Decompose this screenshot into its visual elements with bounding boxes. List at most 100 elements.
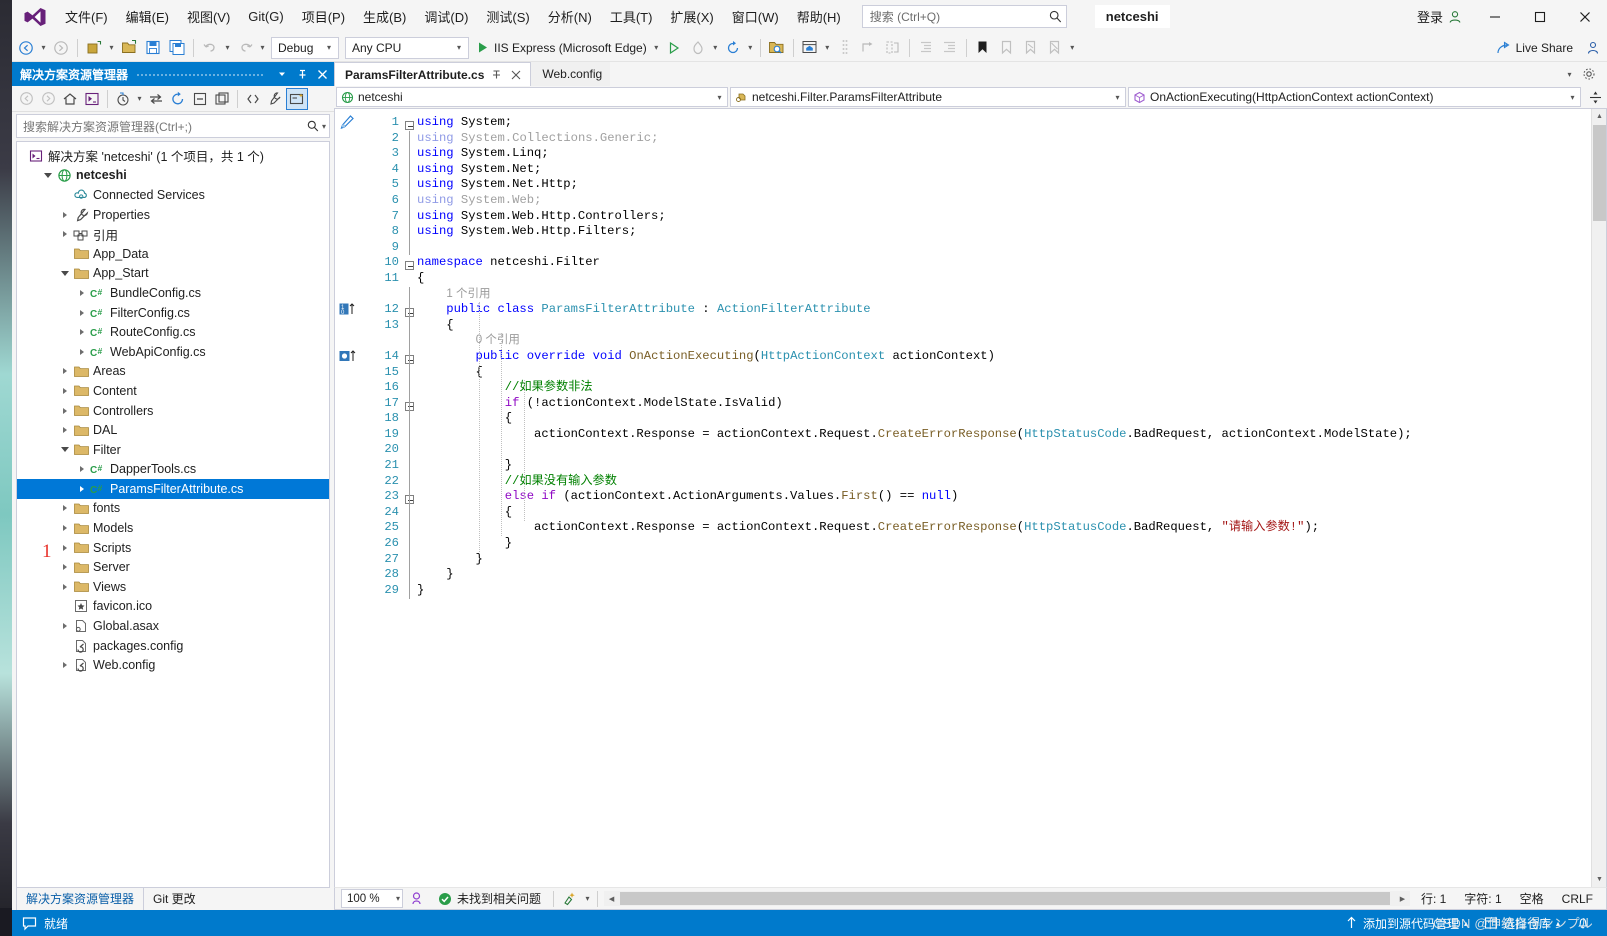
twisty-collapsed-icon[interactable] [57, 368, 72, 375]
undo-icon[interactable] [198, 36, 222, 60]
solution-explorer-home-dropdown-icon[interactable]: ▾ [822, 37, 833, 59]
solution-explorer-tree[interactable]: 解决方案 'netceshi' (1 个项目，共 1 个) netceshi Co… [16, 141, 330, 888]
indentation-mode[interactable]: 空格 [1511, 890, 1553, 907]
clear-bookmarks-icon[interactable] [1043, 36, 1067, 60]
next-bookmark-icon[interactable] [1019, 36, 1043, 60]
se-sync-with-active-document-icon[interactable] [145, 88, 167, 110]
editor-tab-webconfig[interactable]: Web.config [531, 62, 611, 86]
twisty-collapsed-icon[interactable] [57, 623, 72, 630]
close-button[interactable] [1562, 0, 1607, 34]
se-search-dropdown-icon[interactable]: ▾ [319, 122, 326, 131]
maximize-button[interactable] [1517, 0, 1562, 34]
tree-node-fonts[interactable]: fonts [17, 499, 329, 519]
menu-window[interactable]: 窗口(W) [723, 0, 788, 33]
se-view-code-icon[interactable] [242, 88, 264, 110]
tree-node-[interactable]: 引用 [17, 224, 329, 244]
tab-solution-explorer[interactable]: 解决方案资源管理器 [16, 887, 145, 910]
line-ending-mode[interactable]: CRLF [1553, 892, 1602, 906]
tree-node-filter[interactable]: Filter [17, 440, 329, 460]
open-file-icon[interactable] [117, 36, 141, 60]
twisty-collapsed-icon[interactable] [74, 289, 89, 296]
redo-icon[interactable] [233, 36, 257, 60]
tree-node-routeconfig-cs[interactable]: C # RouteConfig.cs [17, 322, 329, 342]
previous-bookmark-icon[interactable] [995, 36, 1019, 60]
navbar-project-combo[interactable]: netceshi ▾ [336, 87, 728, 107]
intellicode-icon[interactable] [403, 891, 430, 906]
code-editor-surface[interactable]: 10 1 2 3 4 5 6 7 8 9 10 11 12 13 14 15 16 17 18 19 20 21 22… [334, 108, 1607, 887]
menu-tools[interactable]: 工具(T) [601, 0, 662, 33]
tree-node-dal[interactable]: DAL [17, 420, 329, 440]
tab-list-dropdown-icon[interactable]: ▾ [1564, 63, 1575, 85]
menu-build[interactable]: 生成(B) [354, 0, 415, 33]
tree-node-server[interactable]: Server [17, 557, 329, 577]
twisty-collapsed-icon[interactable] [57, 583, 72, 590]
menu-edit[interactable]: 编辑(E) [117, 0, 178, 33]
twisty-collapsed-icon[interactable] [57, 662, 72, 669]
tree-node-controllers[interactable]: Controllers [17, 401, 329, 421]
hot-reload-dropdown-icon[interactable]: ▾ [710, 37, 721, 59]
scroll-right-icon[interactable]: ▶ [1395, 891, 1410, 906]
menu-file[interactable]: 文件(F) [56, 0, 117, 33]
se-preview-selected-items-icon[interactable] [286, 87, 308, 110]
tree-node-dappertools-cs[interactable]: C # DapperTools.cs [17, 460, 329, 480]
panel-menu-chevron-down-icon[interactable] [272, 64, 292, 84]
start-debugging-button[interactable]: IIS Express (Microsoft Edge) [472, 36, 651, 60]
twisty-collapsed-icon[interactable] [74, 348, 89, 355]
edited-line-marker-icon[interactable] [339, 115, 355, 129]
editor-tab-paramsfilterattribute[interactable]: ParamsFilterAttribute.cs [334, 62, 532, 86]
twisty-collapsed-icon[interactable] [57, 427, 72, 434]
twisty-collapsed-icon[interactable] [57, 231, 72, 238]
menu-help[interactable]: 帮助(H) [788, 0, 850, 33]
outlining-collapse-icon[interactable] [405, 121, 414, 130]
outlining-collapse-icon[interactable] [405, 261, 414, 271]
undo-dropdown-icon[interactable]: ▾ [222, 37, 233, 59]
tree-node-properties[interactable]: Properties [17, 205, 329, 225]
twisty-collapsed-icon[interactable] [74, 329, 89, 336]
scroll-left-icon[interactable]: ◀ [604, 891, 619, 906]
tab-close-icon[interactable] [509, 70, 523, 80]
tree-node-models[interactable]: Models [17, 518, 329, 538]
hot-reload-icon[interactable] [686, 36, 710, 60]
toolbar-overflow-icon[interactable]: ▾ [1067, 37, 1078, 59]
override-up-marker-icon[interactable] [339, 349, 357, 363]
global-search-box[interactable]: 搜索 (Ctrl+Q) [861, 5, 1067, 28]
twisty-collapsed-icon[interactable] [57, 211, 72, 218]
editor-horizontal-scrollbar[interactable]: ◀ ▶ [604, 891, 1410, 906]
se-forward-icon[interactable] [37, 88, 59, 110]
tree-node-packages-config[interactable]: packages.config [17, 636, 329, 656]
navigate-back-icon[interactable] [14, 36, 38, 60]
save-icon[interactable] [141, 36, 165, 60]
panel-close-icon[interactable] [312, 64, 332, 84]
menu-git[interactable]: Git(G) [239, 0, 292, 33]
code-cleanup-icon[interactable] [558, 891, 582, 906]
editor-code-text[interactable]: using System; using System.Collections.Ge… [417, 109, 1606, 887]
tree-node-areas[interactable]: Areas [17, 362, 329, 382]
scroll-up-icon[interactable]: ▲ [1592, 109, 1607, 124]
solution-explorer-search-input[interactable]: 搜索解决方案资源管理器(Ctrl+;) ▾ [16, 114, 330, 138]
tree-node-content[interactable]: Content [17, 381, 329, 401]
tree-node-connected-services[interactable]: Connected Services [17, 185, 329, 205]
increase-indent-icon[interactable] [938, 36, 962, 60]
se-solution-view-icon[interactable] [81, 88, 103, 110]
redo-dropdown-icon[interactable]: ▾ [257, 37, 268, 59]
tree-node-app-data[interactable]: App_Data [17, 244, 329, 264]
decrease-indent-icon[interactable] [914, 36, 938, 60]
tree-node-filterconfig-cs[interactable]: C # FilterConfig.cs [17, 303, 329, 323]
twisty-expanded-icon[interactable] [57, 270, 72, 276]
code-cleanup-dropdown-icon[interactable]: ▾ [582, 888, 593, 910]
vertical-scroll-thumb[interactable] [1593, 125, 1606, 221]
navigate-forward-icon[interactable] [49, 36, 73, 60]
se-show-all-files-icon[interactable] [211, 88, 233, 110]
menu-analyze[interactable]: 分析(N) [539, 0, 601, 33]
twisty-collapsed-icon[interactable] [74, 466, 89, 473]
se-collapse-all-icon[interactable] [189, 88, 211, 110]
twisty-collapsed-icon[interactable] [57, 525, 72, 532]
tree-node-scripts[interactable]: Scripts [17, 538, 329, 558]
se-refresh-icon[interactable] [167, 88, 189, 110]
tree-node-favicon-ico[interactable]: favicon.ico [17, 597, 329, 617]
toggle-bookmark-icon[interactable] [971, 36, 995, 60]
tab-git-changes[interactable]: Git 更改 [144, 888, 205, 910]
save-all-icon[interactable] [165, 36, 189, 60]
se-properties-icon[interactable] [264, 88, 286, 110]
tree-node-netceshi[interactable]: netceshi [17, 166, 329, 186]
